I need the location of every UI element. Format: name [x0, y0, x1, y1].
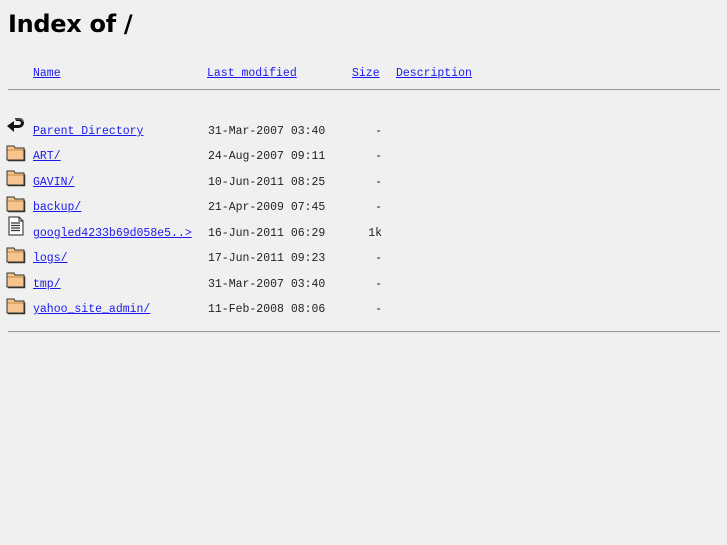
entry-size: - — [375, 278, 382, 291]
entry-size: - — [375, 150, 382, 163]
folder-icon — [6, 272, 26, 289]
page-title: Index of / — [8, 10, 133, 38]
header-divider — [8, 89, 720, 91]
entry-size: - — [375, 252, 382, 265]
entry-modified: 21-Apr-2009 07:45 — [208, 201, 326, 214]
folder-icon — [6, 247, 26, 264]
entry-modified: 17-Jun-2011 09:23 — [208, 252, 326, 265]
entry-link[interactable]: backup/ — [33, 201, 81, 215]
entry-size: - — [375, 201, 382, 214]
entry-modified: 31-Mar-2007 03:40 — [208, 125, 326, 138]
folder-icon — [6, 196, 26, 213]
back-icon — [7, 118, 24, 132]
sort-by-last-modified-link[interactable]: Last modified — [207, 67, 297, 81]
sort-by-name-link[interactable]: Name — [33, 67, 61, 81]
folder-icon — [6, 298, 26, 315]
folder-icon — [6, 145, 26, 162]
entry-modified: 10-Jun-2011 08:25 — [208, 176, 326, 189]
folder-icon — [6, 170, 26, 187]
entry-link[interactable]: tmp/ — [33, 278, 61, 292]
entry-modified: 24-Aug-2007 09:11 — [208, 150, 326, 163]
footer-divider — [8, 331, 720, 333]
text-file-icon — [8, 216, 24, 236]
entry-size: - — [375, 303, 382, 316]
entry-link[interactable]: googled4233b69d058e5..> — [33, 227, 192, 241]
entry-size: - — [375, 125, 382, 138]
entry-link[interactable]: ART/ — [33, 150, 61, 164]
entry-link[interactable]: logs/ — [33, 252, 68, 266]
entry-link[interactable]: yahoo_site_admin/ — [33, 303, 150, 317]
entry-size: 1k — [368, 227, 382, 240]
entry-size: - — [375, 176, 382, 189]
entry-link[interactable]: Parent Directory — [33, 125, 143, 139]
entry-link[interactable]: GAVIN/ — [33, 176, 74, 190]
entry-modified: 31-Mar-2007 03:40 — [208, 278, 326, 291]
entry-modified: 11-Feb-2008 08:06 — [208, 303, 326, 316]
sort-by-description-link[interactable]: Description — [396, 67, 472, 81]
sort-by-size-link[interactable]: Size — [352, 67, 380, 81]
entry-modified: 16-Jun-2011 06:29 — [208, 227, 326, 240]
